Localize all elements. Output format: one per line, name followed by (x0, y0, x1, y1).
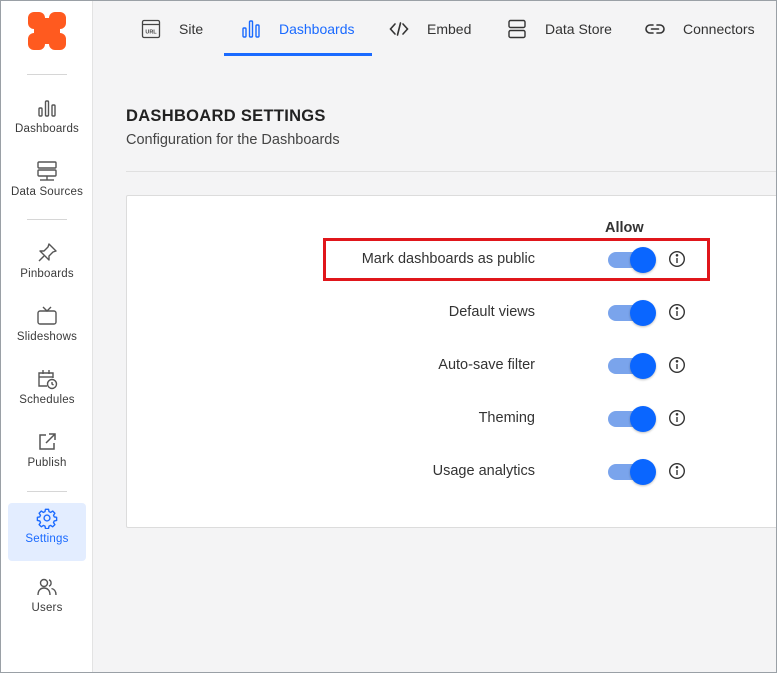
allow-column-header: Allow (605, 220, 644, 236)
setting-label: Default views (448, 304, 535, 320)
info-icon[interactable] (668, 356, 686, 374)
top-tab-bar: URL Site Dashboards Embed Data Store Con… (93, 1, 776, 57)
sidebar-item-dashboards[interactable]: Dashboards (8, 93, 86, 151)
url-icon: URL (141, 19, 161, 38)
usage-analytics-toggle[interactable] (608, 459, 658, 485)
gear-icon (36, 508, 58, 529)
sidebar-item-label: Users (31, 602, 63, 614)
sidebar-item-label: Pinboards (20, 268, 74, 280)
tab-dashboards[interactable]: Dashboards (224, 1, 372, 56)
theming-toggle[interactable] (608, 406, 658, 432)
setting-row-usage-analytics: Usage analytics (126, 452, 726, 492)
setting-row-theming: Theming (126, 399, 726, 439)
page-subtitle: Configuration for the Dashboards (126, 132, 340, 148)
header-divider (126, 171, 776, 172)
tab-label: Dashboards (279, 20, 355, 37)
setting-label: Auto-save filter (438, 357, 535, 373)
setting-row-mark-public: Mark dashboards as public (126, 240, 726, 280)
tab-embed[interactable]: Embed (389, 1, 471, 56)
sidebar-item-data-sources[interactable]: Data Sources (8, 156, 86, 214)
sidebar-divider (27, 74, 67, 75)
share-icon (39, 433, 56, 450)
code-icon (389, 21, 409, 36)
info-icon[interactable] (668, 462, 686, 480)
pin-icon (38, 243, 57, 262)
tab-label: Site (179, 20, 204, 37)
sidebar-item-label: Slideshows (16, 331, 78, 343)
toggle-thumb (630, 247, 656, 273)
brand-logo-icon[interactable] (28, 12, 66, 50)
setting-label: Mark dashboards as public (361, 251, 535, 267)
info-icon[interactable] (668, 250, 686, 268)
toggle-thumb (630, 353, 656, 379)
sidebar-item-label: Schedules (19, 394, 75, 406)
setting-row-default-views: Default views (126, 293, 726, 333)
sidebar-item-label: Publish (27, 457, 67, 469)
tab-data-store[interactable]: Data Store (507, 1, 612, 56)
info-icon[interactable] (668, 409, 686, 427)
setting-label: Usage analytics (432, 463, 535, 479)
sidebar-item-users[interactable]: Users (8, 572, 86, 630)
sidebar-item-label: Settings (25, 533, 69, 545)
database-icon (508, 19, 526, 38)
calendar-clock-icon (38, 370, 58, 390)
toggle-thumb (630, 459, 656, 485)
auto-save-filter-toggle[interactable] (608, 353, 658, 379)
sidebar-divider (27, 491, 67, 492)
svg-text:URL: URL (145, 29, 157, 35)
bar-chart-icon (38, 100, 56, 117)
sidebar-item-settings[interactable]: Settings (8, 503, 86, 561)
page-title: DASHBOARD SETTINGS (126, 107, 326, 125)
sidebar-item-pinboards[interactable]: Pinboards (8, 238, 86, 296)
sidebar-item-publish[interactable]: Publish (8, 427, 86, 485)
server-icon (37, 161, 57, 181)
app-window: Dashboards Data Sources Pinboards Slides… (0, 0, 777, 673)
users-icon (37, 578, 57, 596)
toggle-thumb (630, 406, 656, 432)
sidebar-item-slideshows[interactable]: Slideshows (8, 301, 86, 359)
tab-label: Connectors (683, 20, 755, 37)
default-views-toggle[interactable] (608, 300, 658, 326)
tv-icon (37, 306, 57, 325)
sidebar-item-label: Data Sources (10, 186, 84, 198)
tab-label: Embed (427, 20, 472, 37)
tab-connectors[interactable]: Connectors (645, 1, 755, 56)
mark-public-toggle[interactable] (608, 247, 658, 273)
sidebar-item-schedules[interactable]: Schedules (8, 364, 86, 422)
tab-site[interactable]: URL Site (141, 1, 203, 56)
tab-label: Data Store (545, 20, 612, 37)
sidebar-item-label: Dashboards (14, 123, 79, 135)
setting-label: Theming (478, 410, 535, 426)
sidebar-divider (27, 219, 67, 220)
link-icon (645, 23, 665, 34)
bar-chart-icon (242, 19, 260, 38)
toggle-thumb (630, 300, 656, 326)
info-icon[interactable] (668, 303, 686, 321)
setting-row-auto-save-filter: Auto-save filter (126, 346, 726, 386)
sidebar: Dashboards Data Sources Pinboards Slides… (1, 1, 93, 672)
